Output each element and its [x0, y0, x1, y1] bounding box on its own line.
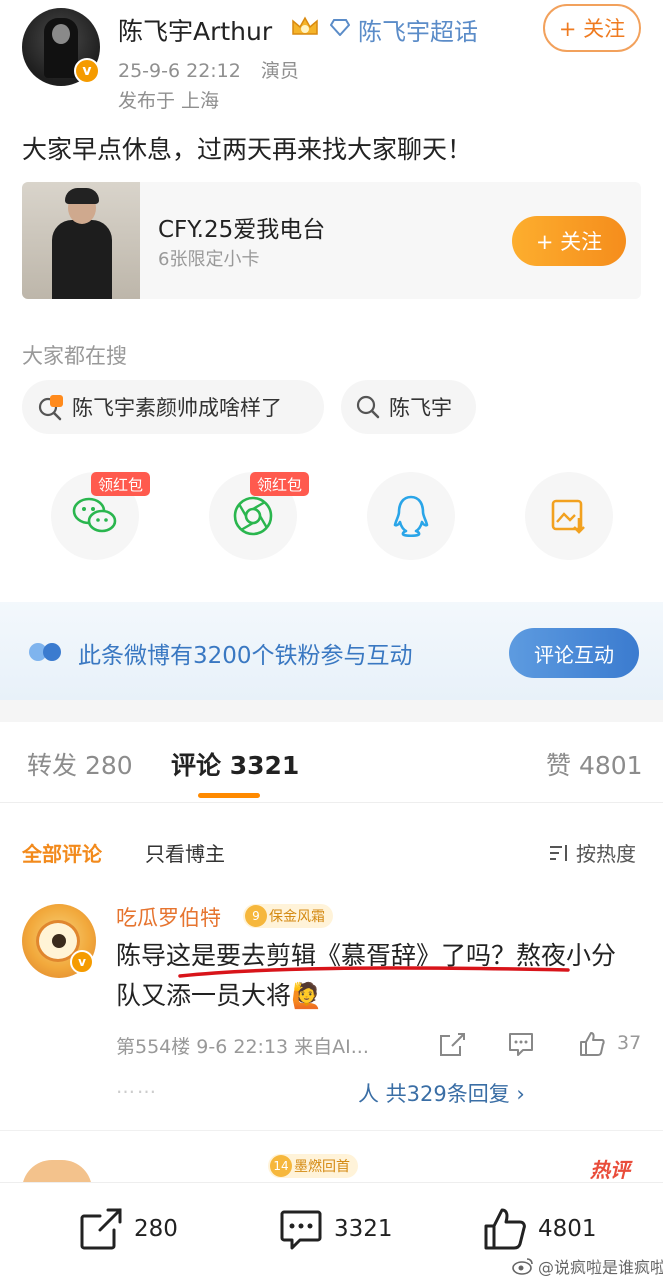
qq-icon — [393, 495, 429, 538]
section-gap — [0, 700, 663, 722]
like-button[interactable]: 4801 — [482, 1206, 597, 1252]
fan-level-badge: 9 保金风霜 — [243, 904, 333, 928]
moments-icon — [233, 496, 273, 536]
search-heading: 大家都在搜 — [22, 344, 127, 368]
save-image-button[interactable] — [525, 472, 613, 560]
post-meta: 25-9-6 22:12 演员 — [118, 56, 313, 83]
search-chip-label: 陈飞宇素颜帅成啥样了 — [72, 396, 282, 420]
commenter-verified-icon: v — [70, 950, 94, 974]
tab-repost[interactable]: 转发 280 — [27, 746, 133, 782]
supertopic-link[interactable]: 陈飞宇超话 — [358, 12, 478, 47]
active-tab-indicator — [198, 793, 260, 798]
promo-card[interactable]: CFY.25爱我电台 6张限定小卡 + 关注 — [22, 182, 641, 299]
tab-like[interactable]: 赞 4801 — [546, 746, 643, 782]
red-underline-annotation — [178, 966, 570, 978]
hot-comment-tag: 热评 — [590, 1158, 630, 1182]
banner-text: 此条微博有3200个铁粉参与互动 — [78, 643, 413, 669]
tabs-divider — [0, 802, 663, 803]
fan-level-number: 9 — [245, 905, 267, 927]
comment-count: 3321 — [334, 1216, 393, 1242]
card-title: CFY.25爱我电台 — [158, 217, 326, 243]
avatar-eye — [52, 934, 66, 948]
search-chip-hot[interactable]: 陈飞宇素颜帅成啥样了 — [22, 380, 324, 434]
fan-level-number: 14 — [270, 1155, 292, 1177]
thumbs-up-icon — [484, 1208, 526, 1250]
watermark: @说疯啦是谁疯啦 — [512, 1254, 663, 1278]
like-icon[interactable] — [578, 1030, 606, 1058]
red-packet-tag: 领红包 — [250, 472, 310, 496]
comment-interact-button[interactable]: 评论互动 — [509, 628, 639, 678]
post-header: v 陈飞宇Arthur 陈飞宇超话 + 关注 25-9-6 22:12 演员 发… — [0, 0, 663, 120]
comment-divider — [0, 1130, 663, 1131]
comment-icon — [280, 1210, 322, 1250]
comment-button[interactable]: 3321 — [278, 1206, 393, 1252]
sort-label: 按热度 — [576, 842, 636, 866]
diamond-icon — [330, 19, 350, 36]
search-icon — [356, 395, 380, 419]
crown-icon — [292, 16, 318, 35]
reply-icon[interactable] — [507, 1030, 535, 1058]
share-icon[interactable] — [438, 1030, 466, 1058]
author-name[interactable]: 陈飞宇Arthur — [118, 12, 272, 48]
fan-level-badge: 14 墨燃回首 — [268, 1154, 358, 1178]
post-text: 大家早点休息，过两天再来找大家聊天！ — [22, 135, 473, 164]
post-location: 发布于 上海 — [118, 90, 220, 112]
author-role: 演员 — [260, 60, 299, 82]
hot-search-icon — [38, 395, 63, 421]
fan-badge-icon — [29, 643, 61, 661]
commenter-name[interactable]: 吃瓜罗伯特 — [116, 902, 221, 932]
share-qq-button[interactable] — [367, 472, 455, 560]
fan-badge-text: 墨燃回首 — [294, 1159, 350, 1175]
follow-button[interactable]: + 关注 — [543, 4, 641, 52]
sort-by-hot-button[interactable]: 按热度 — [548, 838, 636, 867]
fan-interaction-banner: 此条微博有3200个铁粉参与互动 评论互动 — [0, 602, 663, 700]
filter-author-only[interactable]: 只看博主 — [145, 838, 225, 867]
wechat-icon — [72, 497, 117, 533]
save-image-icon — [551, 499, 585, 534]
card-subtitle: 6张限定小卡 — [158, 249, 260, 270]
view-replies-link[interactable]: 人 共329条回复 › — [358, 1078, 525, 1108]
like-count: 4801 — [538, 1216, 597, 1242]
tab-comment[interactable]: 评论 3321 — [171, 746, 299, 782]
repost-icon — [80, 1208, 122, 1250]
thumb-hair — [65, 188, 99, 204]
search-chip-name[interactable]: 陈飞宇 — [341, 380, 476, 434]
repost-count: 280 — [134, 1216, 178, 1242]
card-follow-button[interactable]: + 关注 — [512, 216, 626, 266]
comment-meta: 第554楼 9-6 22:13 来自AI... — [116, 1036, 369, 1058]
sort-icon — [550, 844, 567, 861]
repost-button[interactable]: 280 — [78, 1206, 178, 1252]
watermark-text: @说疯啦是谁疯啦 — [538, 1258, 663, 1277]
comment-like-count: 37 — [617, 1032, 642, 1054]
avatar-face — [52, 24, 70, 44]
reply-ellipsis: …… — [116, 1076, 158, 1098]
search-chip-label: 陈飞宇 — [389, 396, 452, 420]
thumb-body — [52, 220, 112, 299]
fan-badge-text: 保金风霜 — [269, 909, 325, 925]
post-date: 25-9-6 22:12 — [118, 60, 241, 82]
filter-all-comments[interactable]: 全部评论 — [22, 838, 102, 867]
red-packet-tag: 领红包 — [91, 472, 151, 496]
verified-badge-icon: v — [74, 58, 100, 84]
card-thumbnail — [22, 182, 140, 299]
weibo-logo-icon — [512, 1258, 533, 1275]
